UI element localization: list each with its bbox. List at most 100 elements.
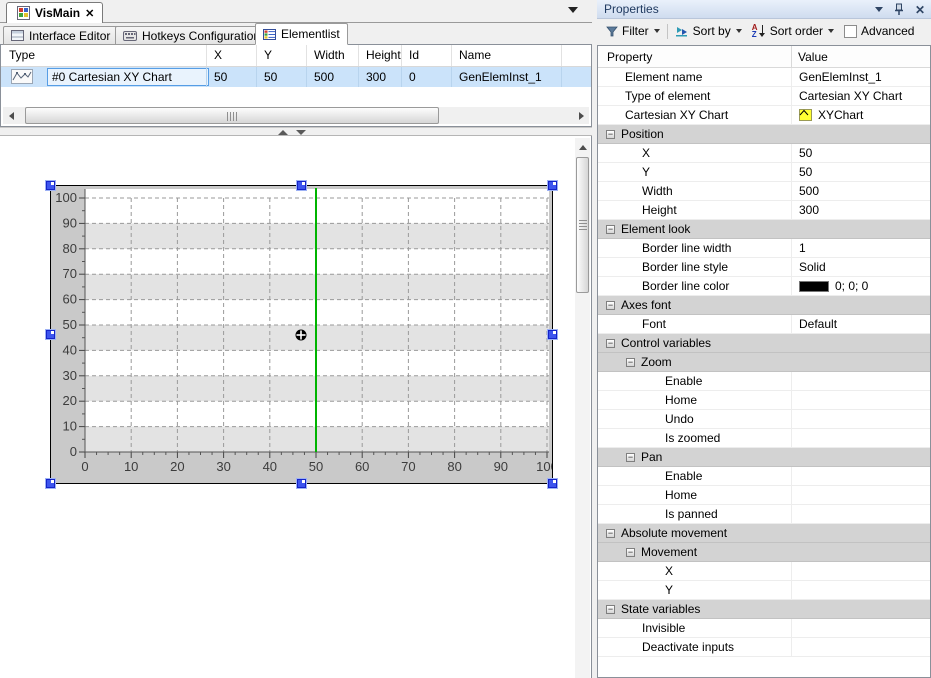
- property-row-y[interactable]: Y50: [598, 163, 930, 182]
- collapse-icon[interactable]: −: [626, 453, 635, 462]
- property-value-cell[interactable]: [791, 505, 930, 523]
- advanced-checkbox[interactable]: [844, 25, 857, 38]
- property-group-pan[interactable]: −Pan: [598, 448, 930, 467]
- cell-id[interactable]: 0: [401, 67, 451, 87]
- cell-width[interactable]: 500: [306, 67, 358, 87]
- tab-list-dropdown-icon[interactable]: [568, 7, 578, 13]
- property-value-cell[interactable]: 1: [791, 239, 930, 257]
- property-value-cell[interactable]: [791, 429, 930, 447]
- property-value-cell[interactable]: [791, 391, 930, 409]
- property-value-cell[interactable]: [791, 562, 930, 580]
- selection-handle[interactable]: [548, 330, 557, 339]
- collapse-icon[interactable]: −: [606, 130, 615, 139]
- property-row-x[interactable]: X50: [598, 144, 930, 163]
- color-swatch[interactable]: [799, 281, 829, 292]
- property-row-enable[interactable]: Enable: [598, 372, 930, 391]
- collapse-icon[interactable]: −: [606, 225, 615, 234]
- scroll-left-icon[interactable]: [3, 107, 19, 124]
- filter-button[interactable]: Filter: [601, 21, 665, 41]
- table-header[interactable]: Type X Y Width Height Id Name: [1, 45, 591, 67]
- property-column-header[interactable]: Property: [607, 50, 652, 64]
- vertical-scrollbar[interactable]: [575, 138, 590, 678]
- value-column-header[interactable]: Value: [798, 50, 828, 64]
- column-header-height[interactable]: Height: [358, 45, 401, 66]
- property-row-undo[interactable]: Undo: [598, 410, 930, 429]
- property-value-cell[interactable]: Cartesian XY Chart: [791, 87, 930, 105]
- collapse-icon[interactable]: −: [606, 339, 615, 348]
- advanced-toggle[interactable]: Advanced: [839, 21, 919, 41]
- close-icon[interactable]: ✕: [915, 4, 925, 16]
- property-row-border-line-color[interactable]: Border line color0; 0; 0: [598, 277, 930, 296]
- pin-icon[interactable]: [894, 3, 904, 16]
- scrollbar-thumb[interactable]: [25, 107, 439, 124]
- property-row-invisible[interactable]: Invisible: [598, 619, 930, 638]
- column-header-width[interactable]: Width: [306, 45, 358, 66]
- selection-handle[interactable]: [548, 181, 557, 190]
- cell-x[interactable]: 50: [206, 67, 256, 87]
- property-row-border-line-style[interactable]: Border line styleSolid: [598, 258, 930, 277]
- property-group-state-variables[interactable]: −State variables: [598, 600, 930, 619]
- property-value-cell[interactable]: [791, 638, 930, 656]
- selection-handle[interactable]: [548, 479, 557, 488]
- property-group-absolute-movement[interactable]: −Absolute movement: [598, 524, 930, 543]
- cell-name[interactable]: GenElemInst_1: [451, 67, 561, 87]
- property-group-control-variables[interactable]: −Control variables: [598, 334, 930, 353]
- column-header-x[interactable]: X: [206, 45, 256, 66]
- column-header-type[interactable]: Type: [1, 45, 206, 66]
- property-row-cartesian-xy-chart[interactable]: Cartesian XY ChartXYChart: [598, 106, 930, 125]
- property-row-is-panned[interactable]: Is panned: [598, 505, 930, 524]
- property-value-cell[interactable]: [791, 486, 930, 504]
- property-value-cell[interactable]: Solid: [791, 258, 930, 276]
- selection-handle[interactable]: [46, 479, 55, 488]
- property-row-y[interactable]: Y: [598, 581, 930, 600]
- tab-interface-editor[interactable]: Interface Editor: [3, 26, 118, 45]
- property-row-element-name[interactable]: Element nameGenElemInst_1: [598, 68, 930, 87]
- property-row-font[interactable]: FontDefault: [598, 315, 930, 334]
- sort-order-button[interactable]: AZ Sort order: [747, 21, 839, 41]
- horizontal-scrollbar[interactable]: [3, 107, 589, 124]
- property-row-enable[interactable]: Enable: [598, 467, 930, 486]
- selection-handle[interactable]: [46, 181, 55, 190]
- property-group-zoom[interactable]: −Zoom: [598, 353, 930, 372]
- property-value-cell[interactable]: GenElemInst_1: [791, 68, 930, 86]
- tab-hotkeys-configuration[interactable]: Hotkeys Configuration: [115, 26, 268, 45]
- property-group-axes-font[interactable]: −Axes font: [598, 296, 930, 315]
- property-group-position[interactable]: −Position: [598, 125, 930, 144]
- selection-handle[interactable]: [297, 181, 306, 190]
- collapse-icon[interactable]: −: [626, 548, 635, 557]
- property-group-element-look[interactable]: −Element look: [598, 220, 930, 239]
- xy-chart-element[interactable]: 0102030405060708090100010203040506070809…: [50, 185, 553, 484]
- collapse-icon[interactable]: −: [606, 301, 615, 310]
- property-row-home[interactable]: Home: [598, 391, 930, 410]
- property-value-cell[interactable]: Default: [791, 315, 930, 333]
- selection-handle[interactable]: [46, 330, 55, 339]
- property-value-cell[interactable]: 500: [791, 182, 930, 200]
- design-canvas[interactable]: 0102030405060708090100010203040506070809…: [0, 136, 592, 678]
- property-row-height[interactable]: Height300: [598, 201, 930, 220]
- column-header-name[interactable]: Name: [451, 45, 561, 66]
- property-value-cell[interactable]: 0; 0; 0: [791, 277, 930, 295]
- cell-height[interactable]: 300: [358, 67, 401, 87]
- column-header-id[interactable]: Id: [401, 45, 451, 66]
- property-value-cell[interactable]: 50: [791, 163, 930, 181]
- window-position-icon[interactable]: [875, 7, 883, 12]
- splitter-arrows-icon[interactable]: [278, 130, 306, 135]
- property-row-is-zoomed[interactable]: Is zoomed: [598, 429, 930, 448]
- cell-y[interactable]: 50: [256, 67, 306, 87]
- selection-handle[interactable]: [297, 479, 306, 488]
- collapse-icon[interactable]: −: [606, 605, 615, 614]
- scrollbar-thumb[interactable]: [576, 157, 589, 293]
- table-row-cartesian-xy-chart[interactable]: #0 Cartesian XY Chart 50 50 500 300 0 Ge…: [1, 67, 591, 87]
- tab-vismain[interactable]: VisMain ✕: [6, 2, 103, 23]
- column-header-y[interactable]: Y: [256, 45, 306, 66]
- tab-elementlist[interactable]: Elementlist: [255, 23, 348, 45]
- property-value-cell[interactable]: 300: [791, 201, 930, 219]
- property-row-x[interactable]: X: [598, 562, 930, 581]
- sort-by-dropdown-icon[interactable]: [736, 29, 742, 33]
- property-row-width[interactable]: Width500: [598, 182, 930, 201]
- collapse-icon[interactable]: −: [606, 529, 615, 538]
- property-row-type-of-element[interactable]: Type of elementCartesian XY Chart: [598, 87, 930, 106]
- sort-by-button[interactable]: Sort by: [670, 21, 747, 41]
- property-value-cell[interactable]: [791, 619, 930, 637]
- property-group-movement[interactable]: −Movement: [598, 543, 930, 562]
